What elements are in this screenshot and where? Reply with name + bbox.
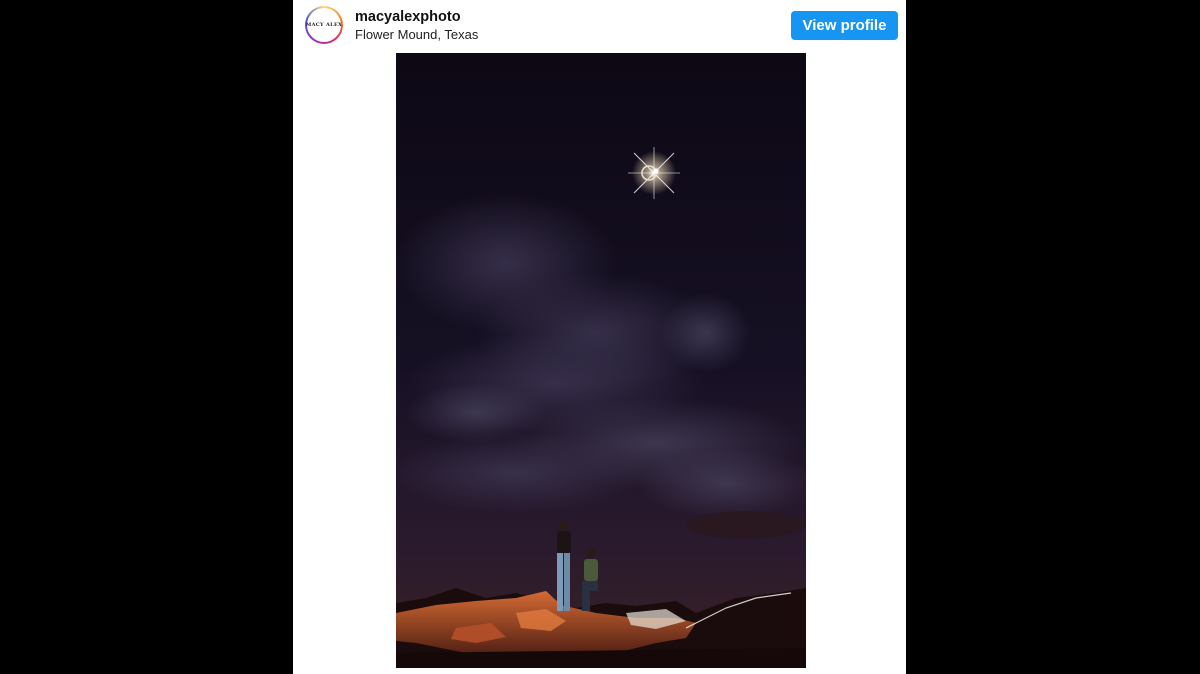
instagram-embed: MACY ALEX macyalexphoto Flower Mound, Te… [293,0,906,674]
photo-illustration [396,53,806,668]
view-profile-button[interactable]: View profile [791,11,898,40]
post-header: MACY ALEX macyalexphoto Flower Mound, Te… [293,0,906,52]
eclipse-star-icon [628,147,680,199]
location-link[interactable]: Flower Mound, Texas [355,27,478,42]
avatar-logo-text: MACY ALEX [305,22,343,28]
avatar[interactable]: MACY ALEX [305,6,343,44]
avatar-inner: MACY ALEX [305,8,343,42]
post-photo[interactable] [396,53,806,668]
username-link[interactable]: macyalexphoto [355,9,461,25]
